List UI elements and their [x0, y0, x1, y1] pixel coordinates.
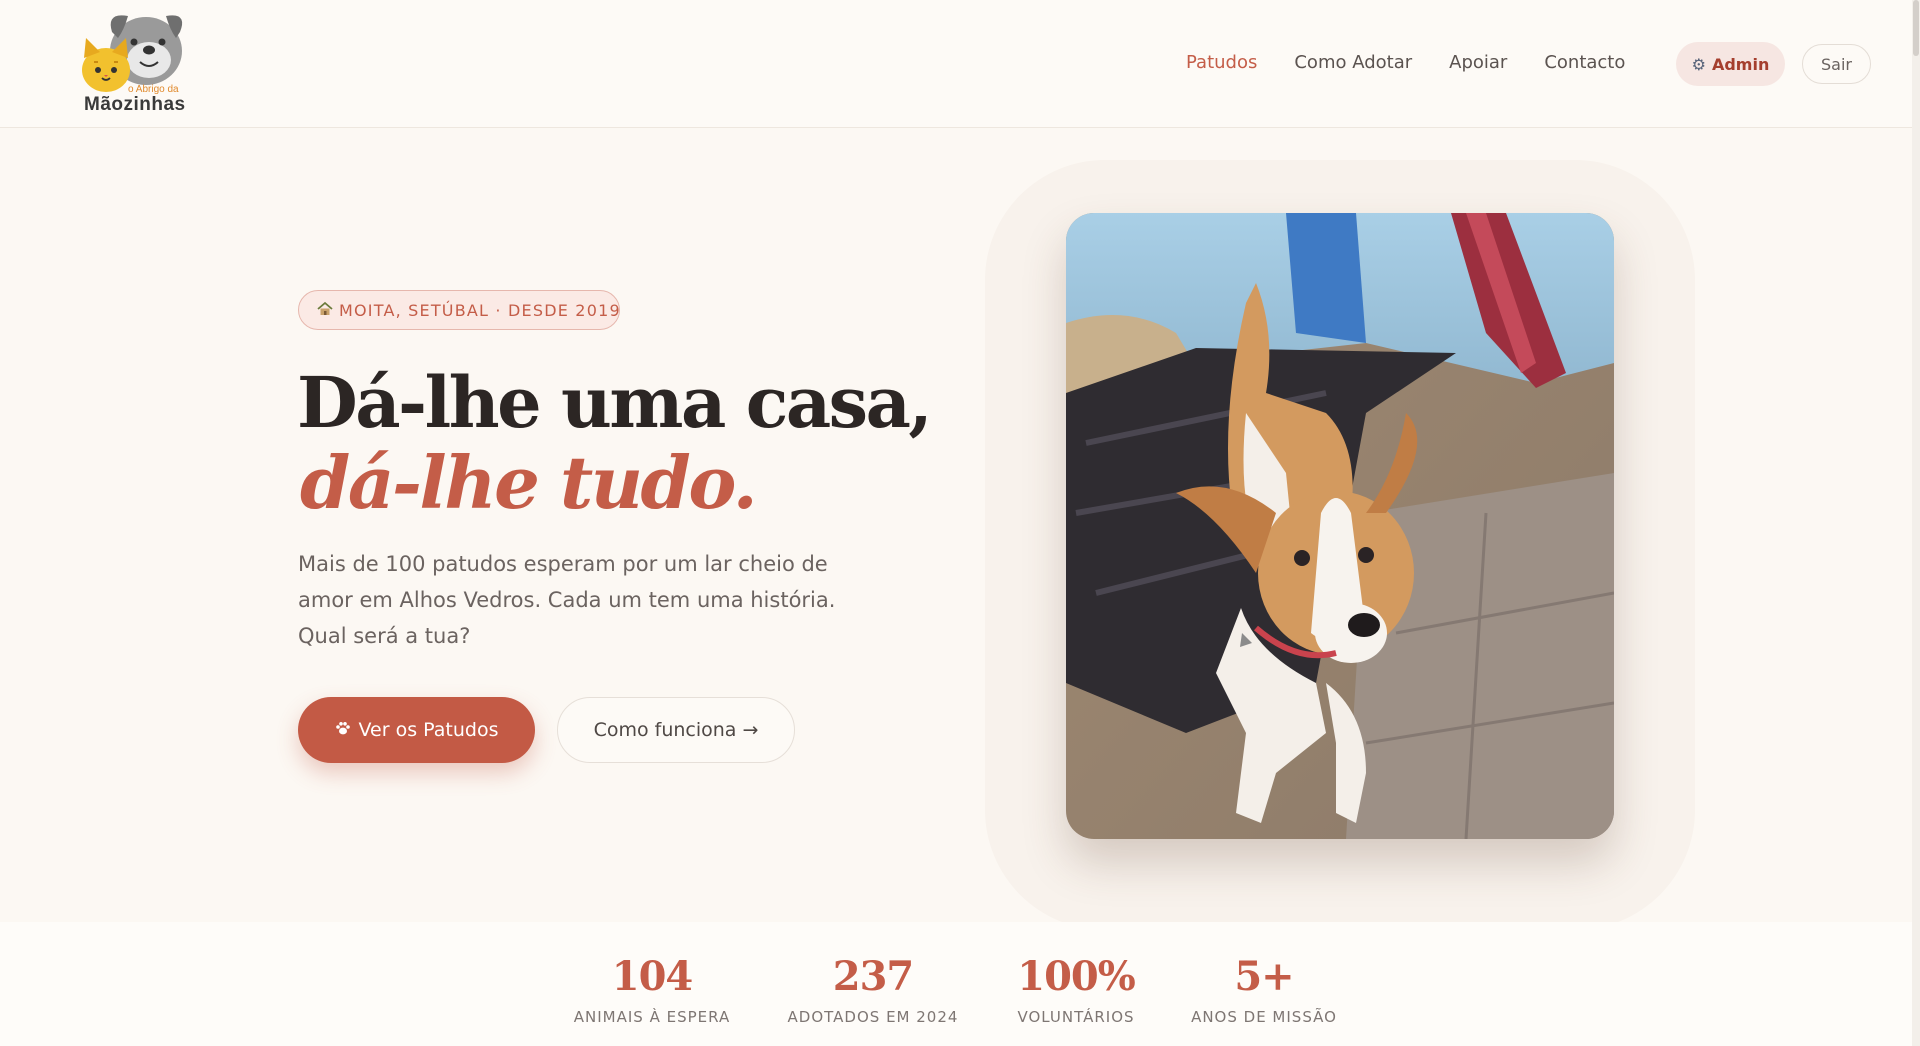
admin-button[interactable]: ⚙ Admin — [1676, 42, 1785, 86]
logout-button[interactable]: Sair — [1802, 44, 1871, 84]
site-header: o Abrigo da Mãozinhas Patudos Como Adota… — [0, 0, 1912, 128]
house-icon — [317, 301, 333, 320]
site-logo[interactable]: o Abrigo da Mãozinhas — [76, 6, 202, 118]
stat-label: VOLUNTÁRIOS — [1017, 1008, 1135, 1026]
nav-item-patudos[interactable]: Patudos — [1186, 52, 1257, 73]
badge-text: MOITA, SETÚBAL · DESDE 2019 — [339, 300, 621, 320]
stat-years-mission: 5+ ANOS DE MISSÃO — [1188, 946, 1340, 1026]
gear-icon: ⚙ — [1691, 54, 1706, 74]
see-pets-button[interactable]: Ver os Patudos — [298, 697, 535, 763]
stat-value: 237 — [832, 953, 915, 1000]
stat-volunteers: 100% VOLUNTÁRIOS — [1010, 946, 1142, 1026]
how-it-works-button[interactable]: Como funciona → — [557, 697, 795, 763]
stat-label: ADOTADOS EM 2024 — [787, 1008, 959, 1026]
hero-title-line2: dá-lhe tudo. — [300, 440, 758, 525]
logo-wordmark: Mãozinhas — [84, 94, 186, 115]
stat-adopted-2024: 237 ADOTADOS EM 2024 — [786, 946, 960, 1026]
location-badge: MOITA, SETÚBAL · DESDE 2019 — [298, 290, 620, 330]
hero-title-line1: Dá-lhe uma casa, — [297, 361, 933, 444]
see-pets-label: Ver os Patudos — [358, 719, 499, 741]
stat-animals-waiting: 104 ANIMAIS À ESPERA — [570, 946, 734, 1026]
paw-icon — [335, 720, 351, 740]
main-nav: Patudos Como Adotar Apoiar Contacto — [1186, 52, 1662, 73]
stat-label: ANIMAIS À ESPERA — [573, 1008, 731, 1026]
stat-value: 5+ — [1234, 953, 1294, 1000]
hero-dog-photo — [1066, 213, 1614, 839]
stat-value: 104 — [611, 953, 694, 1000]
hero-lead: Mais de 100 patudos esperam por um lar c… — [298, 552, 836, 648]
scrollbar-thumb[interactable] — [1913, 0, 1919, 56]
stat-value: 100% — [1017, 953, 1136, 1000]
nav-item-como-adotar[interactable]: Como Adotar — [1294, 52, 1412, 73]
stat-label: ANOS DE MISSÃO — [1191, 1008, 1337, 1026]
nav-item-contacto[interactable]: Contacto — [1544, 52, 1625, 73]
dog-photo-illustration — [1066, 213, 1614, 839]
scrollbar[interactable] — [1912, 0, 1920, 1046]
nav-item-apoiar[interactable]: Apoiar — [1449, 52, 1507, 73]
admin-label: Admin — [1711, 54, 1770, 74]
